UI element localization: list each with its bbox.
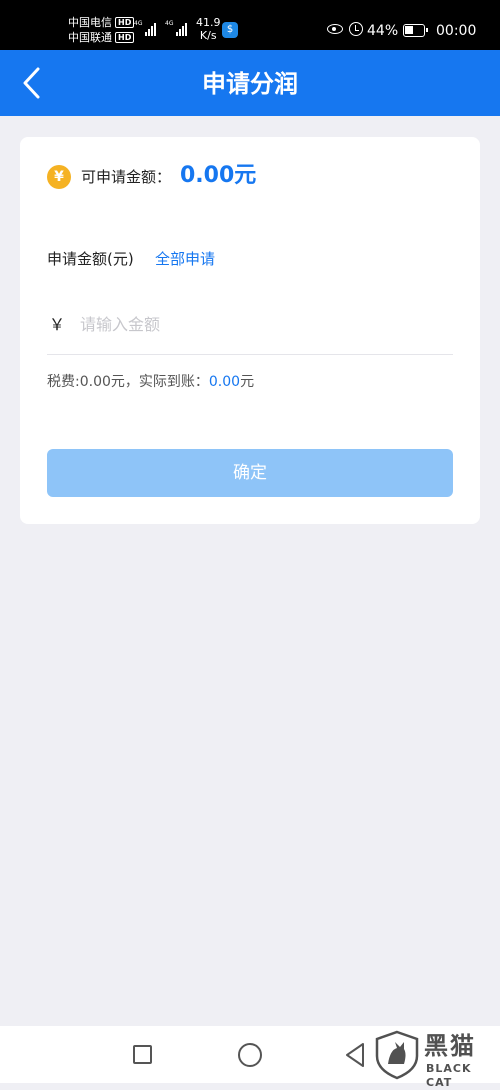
apply-card: ¥ 可申请金额： 0.00元 申请金额(元) 全部申请 ￥ 税费:0.00元，实…: [20, 137, 480, 524]
amount-input[interactable]: [80, 307, 450, 341]
watermark-title: 黑猫: [424, 1032, 476, 1060]
home-icon[interactable]: [238, 1043, 262, 1067]
page-title: 申请分润: [202, 70, 298, 98]
clock: 00:00: [436, 23, 477, 39]
tax-text: 税费:0.00元，实际到账：: [47, 374, 209, 390]
available-amount-label: 可申请金额：: [81, 168, 172, 186]
back-triangle-icon[interactable]: [343, 1042, 367, 1068]
watermark-subtitle: BLACK CAT: [426, 1062, 472, 1089]
cat-shield-icon: [375, 1030, 419, 1080]
app-notification-icon: $: [222, 22, 238, 38]
apply-all-link[interactable]: 全部申请: [155, 249, 215, 269]
alarm-icon: [349, 22, 363, 36]
signal-icon: 4G: [165, 20, 188, 36]
network-speed: 41.9 K/s: [196, 16, 221, 42]
actual-amount: 0.00: [208, 374, 241, 390]
carrier-2: 中国联通: [68, 31, 112, 44]
black-cat-watermark: 黑猫 BLACK CAT: [374, 1030, 498, 1089]
currency-symbol: ￥: [49, 315, 66, 334]
battery-percent: 44%: [367, 23, 399, 39]
carrier-1: 中国电信: [68, 16, 112, 29]
nav-bar: 申请分润: [0, 50, 500, 116]
tax-info: 税费:0.00元，实际到账：0.00元: [47, 372, 254, 392]
available-amount-value: 0.00元: [180, 163, 257, 188]
hd-badge: HD: [115, 17, 135, 28]
status-bar: 中国电信 HD 中国联通 HD 4G 4G 41.9 K/s $ 44% 00:00: [0, 0, 500, 50]
carrier-info: 中国电信 HD 中国联通 HD: [68, 15, 135, 45]
signal-icon: 4G: [134, 20, 157, 36]
eye-icon: [327, 24, 343, 34]
recent-apps-icon[interactable]: [133, 1045, 152, 1064]
confirm-button[interactable]: 确定: [47, 449, 453, 497]
apply-amount-label: 申请金额(元): [47, 250, 134, 268]
actual-unit: 元: [240, 374, 255, 390]
yuan-coin-icon: ¥: [47, 165, 71, 189]
battery-icon: [403, 24, 428, 37]
divider: [47, 354, 453, 355]
hd-badge: HD: [115, 32, 135, 43]
